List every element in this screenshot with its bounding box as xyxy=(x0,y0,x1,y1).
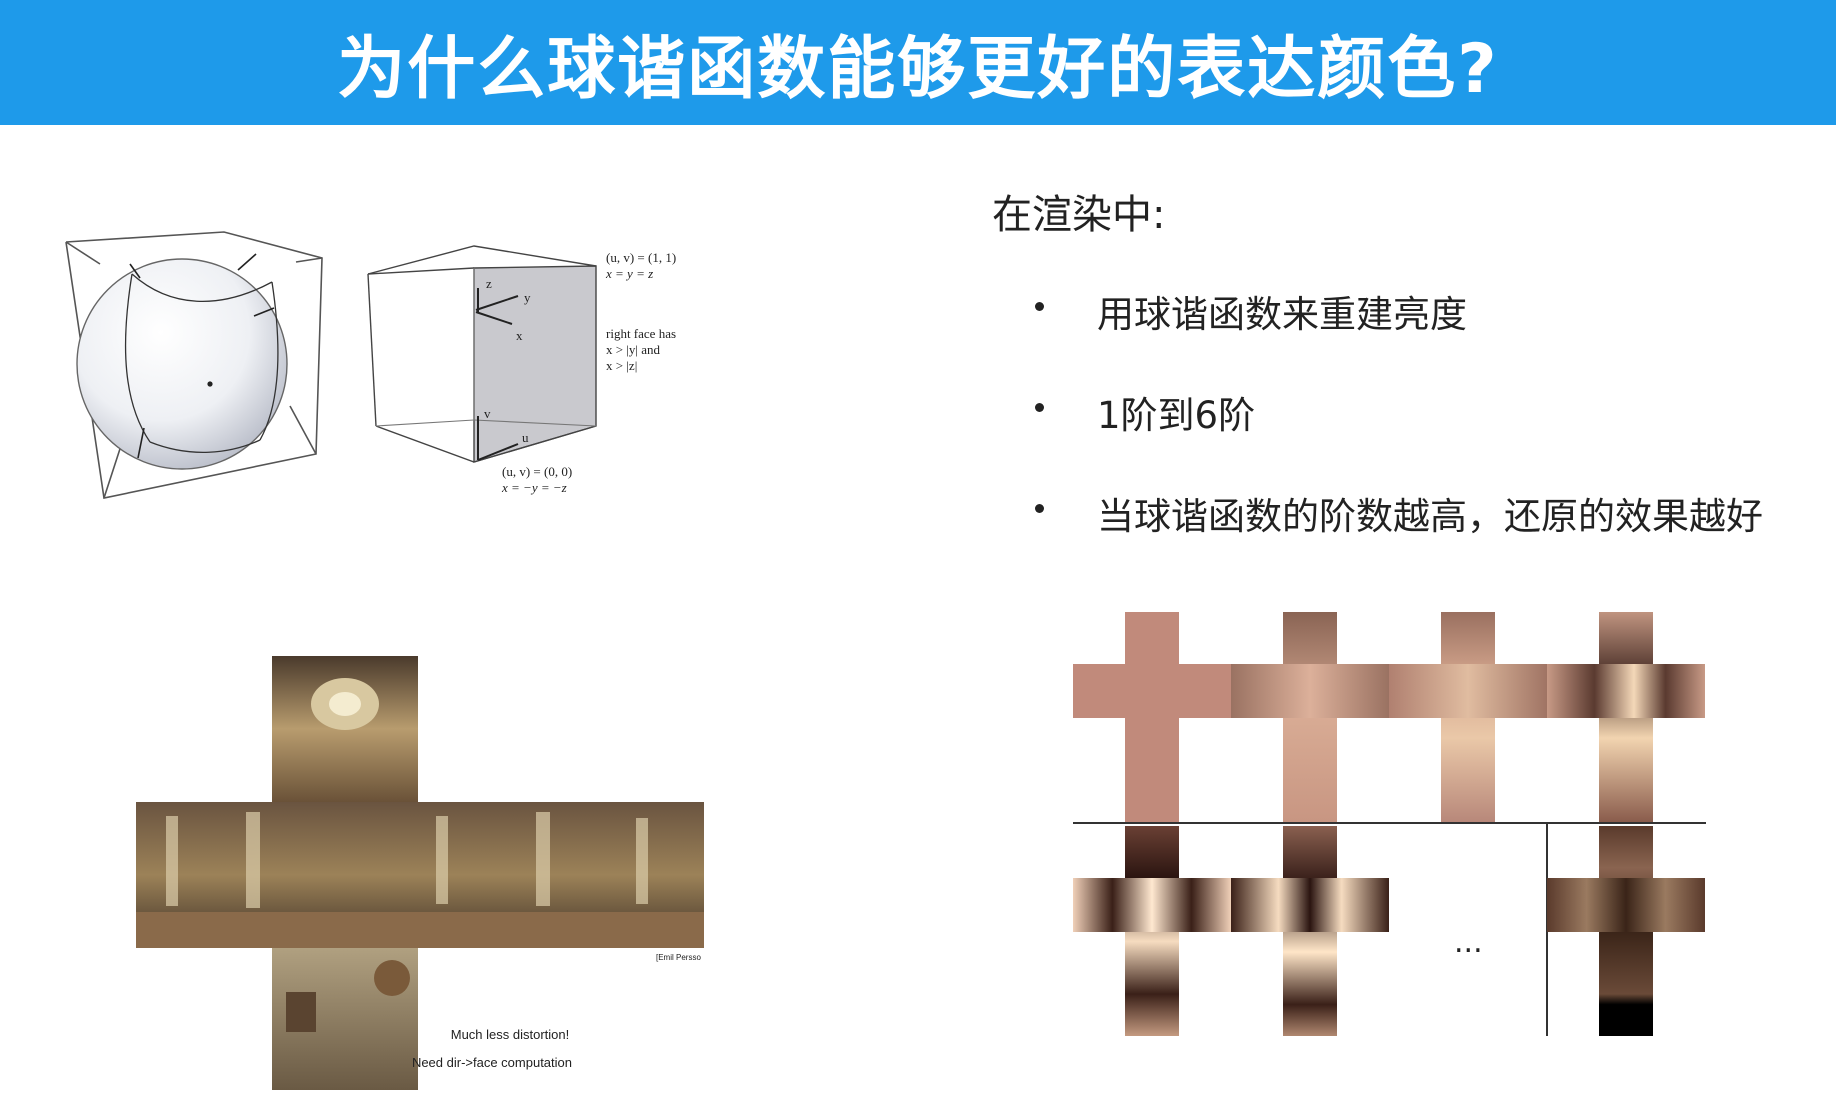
axis-x-label: x xyxy=(516,328,523,343)
bullet-text: 1阶到6阶 xyxy=(1097,394,1256,437)
annotation-uv-bottom: (u, v) = (0, 0) xyxy=(502,464,572,479)
annotation-x-gt-z: x > |z| xyxy=(606,358,637,373)
sh-cross-order-2 xyxy=(1231,612,1389,822)
sh-cross-order-5 xyxy=(1073,826,1231,1036)
axis-y-label: y xyxy=(524,290,531,305)
bullet-dot-icon xyxy=(1035,302,1044,311)
cubemap-panorama-figure: [Emil Persso Much less distortion! Need … xyxy=(136,656,706,1092)
sphere-in-cube-figure xyxy=(60,228,330,503)
sh-cross-order-4 xyxy=(1547,612,1705,822)
sh-cross-ground-truth xyxy=(1547,826,1705,1036)
sh-cross-order-1 xyxy=(1073,612,1231,822)
ellipsis: ... xyxy=(1454,925,1483,960)
annotation-x-gt-y: x > |y| and xyxy=(606,342,661,357)
sh-cross-order-6 xyxy=(1231,826,1389,1036)
cubemap-credit: [Emil Persso xyxy=(656,953,701,962)
right-heading: 在渲染中: xyxy=(992,192,1166,238)
annotation-uv-top: (u, v) = (1, 1) xyxy=(606,250,676,265)
axis-v-label: v xyxy=(484,406,491,421)
bullet-text: 当球谐函数的阶数越高，还原的效果越好 xyxy=(1097,495,1763,538)
bullet-text: 用球谐函数来重建亮度 xyxy=(1097,293,1467,336)
sh-cross-order-3 xyxy=(1389,612,1547,822)
cube-face-figure: z y x v u (u, v) = (1, 1) x = y = z righ… xyxy=(362,240,712,510)
divider-horizontal xyxy=(1073,822,1706,824)
axis-u-label: u xyxy=(522,430,529,445)
annotation-xyz-bottom: x = −y = −z xyxy=(501,480,567,495)
title-bar: 为什么球谐函数能够更好的表达颜色? xyxy=(0,0,1836,125)
bullet-dot-icon xyxy=(1035,403,1044,412)
cubemap-caption-2: Need dir->face computation xyxy=(412,1055,572,1070)
annotation-xyz-top: x = y = z xyxy=(605,266,653,281)
annotation-right-face: right face has xyxy=(606,326,676,341)
axis-z-label: z xyxy=(486,276,492,291)
cubemap-caption-1: Much less distortion! xyxy=(451,1027,570,1042)
bullet-dot-icon xyxy=(1035,504,1044,513)
slide-title: 为什么球谐函数能够更好的表达颜色? xyxy=(337,30,1499,109)
